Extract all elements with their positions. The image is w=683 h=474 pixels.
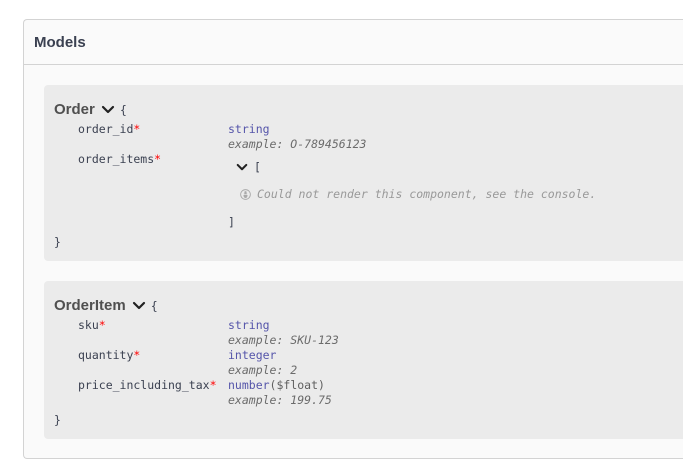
- prop-name-order-id: order_id*: [78, 122, 140, 136]
- close-bracket: ]: [228, 215, 235, 229]
- chevron-down-icon[interactable]: [236, 163, 248, 172]
- prop-label: price_including_tax: [78, 378, 210, 392]
- models-section: Models Order { order_id* string example:…: [23, 19, 683, 459]
- model-order-title[interactable]: Order {: [54, 101, 127, 118]
- models-title: Models: [34, 34, 86, 51]
- type-sku: string: [228, 318, 270, 332]
- render-error-message: Could not render this component, see the…: [240, 187, 596, 201]
- chevron-down-icon[interactable]: [132, 301, 146, 311]
- type-order-id: string: [228, 122, 270, 136]
- model-orderitem: OrderItem { sku* string example: SKU-123…: [44, 281, 683, 439]
- type-price: number($float): [228, 378, 325, 392]
- prop-name-order-items: order_items*: [78, 152, 161, 166]
- required-star: *: [133, 122, 141, 136]
- type-quantity: integer: [228, 348, 277, 362]
- error-text: Could not render this component, see the…: [257, 187, 597, 201]
- example-order-id: example: O-789456123: [228, 137, 367, 151]
- model-order: Order { order_id* string example: O-7894…: [44, 85, 683, 261]
- required-star: *: [209, 378, 217, 392]
- close-brace: }: [54, 413, 61, 427]
- prop-label: order_items: [78, 152, 155, 166]
- prop-name-quantity: quantity*: [78, 348, 140, 362]
- required-star: *: [98, 318, 106, 332]
- close-brace: }: [54, 235, 61, 249]
- prop-label: quantity: [78, 348, 134, 362]
- type-format: ($float): [269, 378, 325, 392]
- chevron-down-icon[interactable]: [101, 105, 115, 115]
- open-bracket: [: [254, 160, 261, 174]
- prop-label: order_id: [78, 122, 134, 136]
- required-star: *: [154, 152, 162, 166]
- example-price: example: 199.75: [228, 393, 332, 407]
- prop-label: sku: [78, 318, 99, 332]
- prop-name-sku: sku*: [78, 318, 106, 332]
- example-quantity: example: 2: [228, 363, 298, 377]
- required-star: *: [133, 348, 141, 362]
- model-name: Order: [54, 101, 95, 118]
- order-items-array-toggle[interactable]: [: [236, 160, 261, 174]
- model-orderitem-title[interactable]: OrderItem {: [54, 297, 158, 314]
- type-name: number: [228, 378, 270, 392]
- open-brace: {: [150, 298, 158, 313]
- open-brace: {: [119, 102, 127, 117]
- bug-icon: [240, 188, 251, 200]
- example-sku: example: SKU-123: [228, 333, 339, 347]
- prop-name-price: price_including_tax*: [78, 378, 217, 392]
- models-header[interactable]: Models: [24, 20, 683, 65]
- model-name: OrderItem: [54, 297, 126, 314]
